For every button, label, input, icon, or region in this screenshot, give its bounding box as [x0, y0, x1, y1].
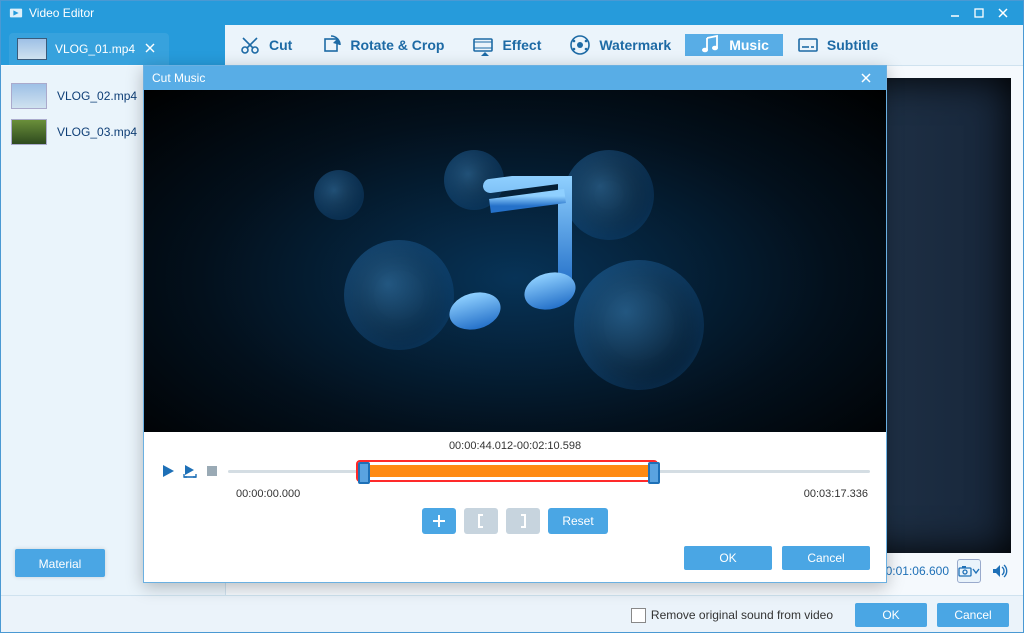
cut-music-dialog: Cut Music — [143, 65, 887, 583]
reset-button[interactable]: Reset — [548, 508, 607, 534]
set-start-button[interactable] — [464, 508, 498, 534]
plus-icon — [432, 514, 446, 528]
cut-tools: Reset — [160, 508, 870, 534]
dialog-title: Cut Music — [152, 71, 205, 85]
time-endpoints: 00:00:00.000 00:03:17.336 — [160, 488, 870, 500]
bracket-right-icon — [517, 513, 529, 529]
range-start-handle[interactable] — [358, 462, 370, 484]
bracket-left-icon — [475, 513, 487, 529]
range-selection — [364, 465, 650, 477]
play-range-icon — [182, 463, 198, 479]
range-end-handle[interactable] — [648, 462, 660, 484]
dialog-cancel-button[interactable]: Cancel — [782, 546, 870, 570]
music-preview — [144, 90, 886, 432]
range-slider[interactable] — [228, 456, 870, 486]
set-end-button[interactable] — [506, 508, 540, 534]
end-time-label: 00:03:17.336 — [804, 488, 868, 500]
app-window: Video Editor VLOG_01.mp4 Cut Rotate & C — [0, 0, 1024, 633]
play-selection-button[interactable] — [182, 463, 198, 479]
selected-range-label: 00:00:44.012-00:02:10.598 — [160, 440, 870, 452]
playback-controls — [160, 463, 220, 479]
dialog-ok-button[interactable]: OK — [684, 546, 772, 570]
playback-row — [160, 456, 870, 486]
play-icon — [161, 464, 175, 478]
dialog-body: 00:00:44.012-00:02:10.598 — [144, 432, 886, 582]
music-note-icon — [435, 176, 595, 346]
stop-button[interactable] — [204, 463, 220, 479]
dialog-title-bar: Cut Music — [144, 66, 886, 90]
add-segment-button[interactable] — [422, 508, 456, 534]
dialog-close-button[interactable] — [854, 69, 878, 87]
stop-icon — [206, 465, 218, 477]
start-time-label: 00:00:00.000 — [236, 488, 300, 500]
dialog-actions: OK Cancel — [160, 534, 870, 570]
play-button[interactable] — [160, 463, 176, 479]
